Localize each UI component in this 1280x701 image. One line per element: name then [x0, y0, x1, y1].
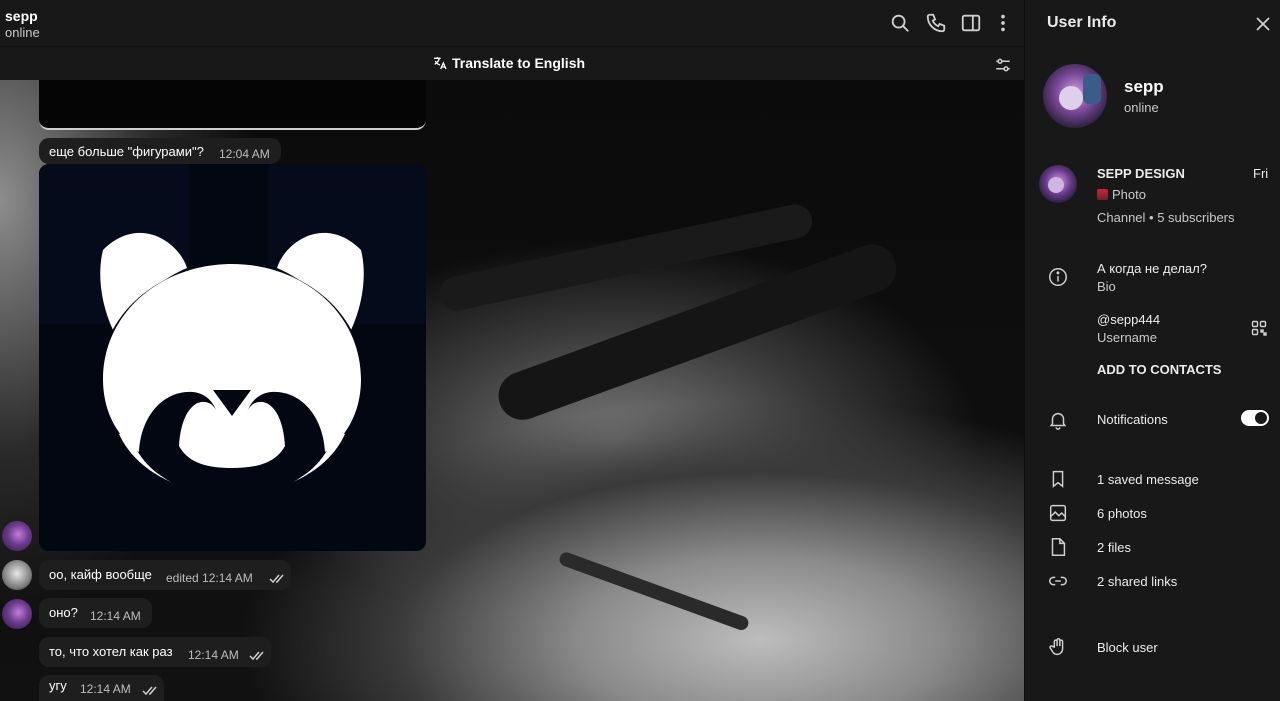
channel-meta: Channel • 5 subscribers: [1097, 210, 1235, 225]
channel-name: SEPP DESIGN: [1097, 166, 1185, 181]
message-text: угу: [49, 678, 67, 693]
shared-links-link[interactable]: 2 shared links: [1097, 574, 1177, 589]
message-bubble-cropped[interactable]: [39, 80, 426, 130]
profile-avatar[interactable]: [1043, 64, 1107, 128]
username-value[interactable]: @sepp444: [1097, 312, 1160, 327]
chat-status: online: [5, 25, 40, 40]
message-time: 12:04 AM: [219, 147, 270, 161]
add-to-contacts-button[interactable]: ADD TO CONTACTS: [1097, 362, 1221, 377]
bio-value[interactable]: А когда не делал?: [1097, 261, 1207, 276]
message-text: оно?: [49, 605, 78, 620]
channel-avatar: [1039, 165, 1077, 203]
red-panda-logo-icon: [39, 164, 426, 551]
translate-bar: Translate to English: [0, 46, 1024, 80]
double-check-icon: [142, 684, 158, 696]
phone-icon[interactable]: [925, 12, 947, 34]
channel-date: Fri: [1253, 166, 1269, 181]
user-info-panel: User Info sepp online SEPP DESIGN Fri Ph…: [1024, 0, 1280, 701]
chat-area: sepp online Translate to English еще бол…: [0, 0, 1024, 701]
info-icon: [1047, 266, 1069, 288]
link-icon: [1047, 570, 1069, 592]
notifications-label: Notifications: [1097, 412, 1168, 427]
notifications-toggle[interactable]: [1241, 410, 1269, 426]
avatar[interactable]: [2, 599, 32, 629]
double-check-icon: [269, 572, 285, 584]
message-bubble[interactable]: то, что хотел как раз 12:14 AM: [39, 637, 271, 667]
translate-label: Translate to English: [452, 55, 586, 71]
image-message[interactable]: [39, 164, 426, 551]
search-icon[interactable]: [889, 12, 911, 34]
bell-icon: [1047, 409, 1069, 431]
photo-thumb-icon: [1097, 189, 1108, 200]
channel-last-message: Photo: [1097, 187, 1146, 202]
close-icon[interactable]: [1255, 16, 1271, 32]
file-icon: [1047, 536, 1069, 558]
saved-messages-link[interactable]: 1 saved message: [1097, 472, 1199, 487]
avatar[interactable]: [2, 560, 32, 590]
chat-header: sepp online: [0, 0, 1024, 46]
message-text: оо, кайф вообще: [49, 567, 152, 582]
panel-title: User Info: [1047, 14, 1117, 31]
message-time: 12:14 AM: [188, 648, 239, 662]
message-text: то, что хотел как раз: [49, 644, 173, 659]
username-label: Username: [1097, 330, 1157, 345]
translate-button[interactable]: Translate to English: [432, 55, 585, 71]
bookmark-icon: [1047, 468, 1069, 490]
message-bubble[interactable]: оно? 12:14 AM: [39, 598, 152, 628]
profile-status: online: [1124, 100, 1159, 115]
more-vertical-icon[interactable]: [992, 12, 1014, 34]
message-edited-time: edited 12:14 AM: [166, 571, 253, 585]
block-user-button[interactable]: Block user: [1097, 640, 1158, 655]
message-bubble[interactable]: оо, кайф вообще edited 12:14 AM: [39, 560, 291, 590]
avatar[interactable]: [2, 521, 32, 551]
qr-code-icon[interactable]: [1251, 320, 1267, 336]
message-time: 12:14 AM: [90, 609, 141, 623]
double-check-icon: [249, 649, 265, 661]
message-bubble[interactable]: угу 12:14 AM: [39, 675, 164, 701]
sidebar-toggle-icon[interactable]: [960, 12, 982, 34]
translate-icon: [434, 57, 447, 70]
hand-stop-icon: [1047, 636, 1069, 658]
message-bubble[interactable]: еще больше "фигурами"? 12:04 AM: [39, 138, 281, 164]
photos-link[interactable]: 6 photos: [1097, 506, 1147, 521]
message-text: еще больше "фигурами"?: [49, 144, 204, 159]
bio-label: Bio: [1097, 279, 1116, 294]
photo-icon: [1047, 502, 1069, 524]
message-time: 12:14 AM: [80, 682, 131, 696]
chat-title[interactable]: sepp: [5, 8, 38, 24]
files-link[interactable]: 2 files: [1097, 540, 1131, 555]
profile-name: sepp: [1124, 77, 1164, 96]
translate-settings-icon[interactable]: [994, 56, 1012, 74]
